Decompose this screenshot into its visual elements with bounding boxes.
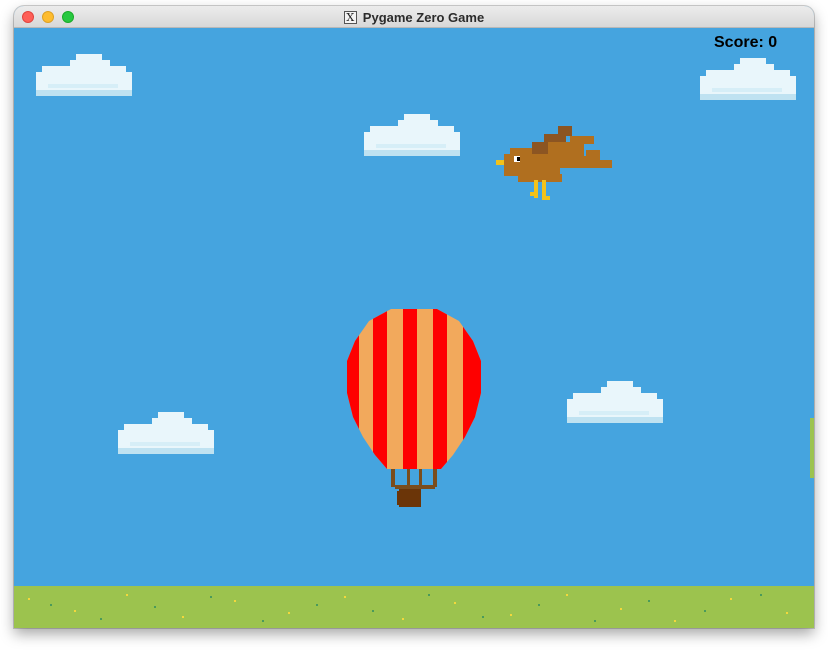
bird-sprite bbox=[496, 126, 612, 200]
game-canvas[interactable]: Score: 0 bbox=[14, 28, 814, 628]
window-title: Pygame Zero Game bbox=[362, 9, 485, 25]
game-window: X Pygame Zero Game Score: 0 bbox=[14, 6, 814, 628]
hot-air-balloon-sprite bbox=[347, 309, 481, 507]
cloud-sprite bbox=[118, 412, 214, 454]
offscreen-sprite-edge bbox=[810, 418, 814, 478]
cloud-sprite bbox=[36, 54, 132, 96]
x11-app-icon: X bbox=[343, 10, 357, 24]
cloud-sprite bbox=[700, 58, 796, 100]
title-bar[interactable]: X Pygame Zero Game bbox=[14, 6, 814, 28]
cloud-sprite bbox=[567, 381, 663, 423]
grass-ground bbox=[14, 586, 814, 628]
cloud-sprite bbox=[364, 114, 460, 156]
score-label: Score: 0 bbox=[714, 34, 778, 51]
window-title-group: X Pygame Zero Game bbox=[14, 6, 814, 28]
